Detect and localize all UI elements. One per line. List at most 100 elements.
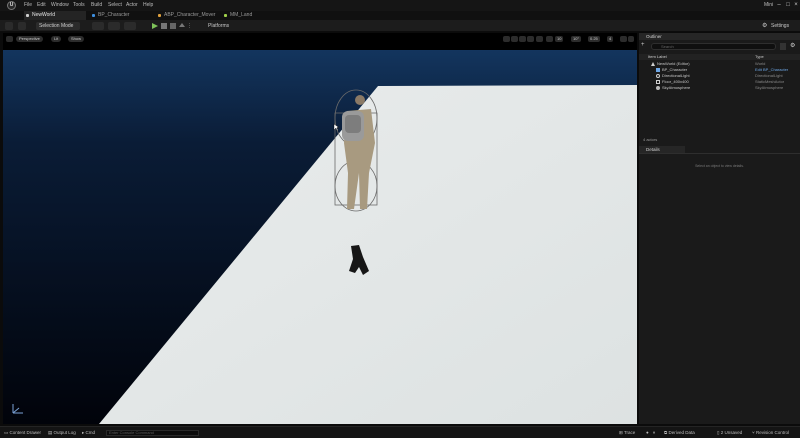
menu-actor[interactable]: Actor bbox=[126, 2, 138, 8]
menu-file[interactable]: File bbox=[24, 2, 32, 8]
step-icon[interactable] bbox=[161, 23, 167, 29]
material-icon bbox=[224, 14, 227, 17]
content-drawer-button[interactable]: ▭ Content Drawer bbox=[4, 430, 41, 436]
save-icon[interactable] bbox=[5, 22, 13, 30]
tab-mm-land[interactable]: MM_Land bbox=[222, 11, 282, 20]
blueprints-button[interactable] bbox=[108, 22, 120, 30]
search-placeholder: Search bbox=[661, 44, 674, 49]
blueprint-icon bbox=[92, 14, 95, 17]
rotation-snap-value[interactable]: 10° bbox=[571, 36, 582, 42]
camera-speed-value[interactable]: 4 bbox=[607, 36, 614, 42]
column-type[interactable]: Type bbox=[755, 54, 764, 60]
details-empty-message: Select an object to view details. bbox=[695, 164, 744, 168]
console-placeholder: Enter Console Command bbox=[109, 430, 154, 435]
revision-control-button[interactable]: ⑂ Revision Control bbox=[752, 430, 789, 436]
cmd-dropdown[interactable]: ▸ Cmd bbox=[82, 430, 95, 436]
surface-snap-icon[interactable] bbox=[546, 36, 553, 42]
scale-tool-icon[interactable] bbox=[527, 36, 534, 42]
perspective-label: Perspective bbox=[19, 36, 40, 41]
world-icon bbox=[651, 62, 655, 66]
menu-help[interactable]: Help bbox=[143, 2, 153, 8]
unsaved-label: 2 Unsaved bbox=[720, 430, 743, 435]
maximize-viewport-icon[interactable] bbox=[628, 36, 634, 42]
right-panel: Outliner + Search ⚙ Item Label Type NewW… bbox=[639, 33, 800, 424]
translate-tool-icon[interactable] bbox=[511, 36, 518, 42]
show-button[interactable]: Show bbox=[68, 36, 85, 42]
viewport-scene bbox=[3, 33, 637, 424]
tab-label: MM_Land bbox=[230, 12, 253, 18]
selection-mode-label: Selection Mode bbox=[39, 23, 74, 29]
details-title: Details bbox=[646, 147, 660, 152]
viewport-menu-icon[interactable] bbox=[6, 36, 13, 42]
console-command-input[interactable]: Enter Console Command bbox=[106, 430, 199, 436]
derived-data-label: Derived Data bbox=[668, 430, 695, 435]
revision-control-label: Revision Control bbox=[755, 430, 789, 435]
actor-count: 4 actors bbox=[643, 137, 658, 142]
static-mesh-icon bbox=[656, 80, 660, 84]
outliner-column-header: Item Label Type bbox=[639, 54, 800, 60]
unreal-logo-icon[interactable]: U bbox=[7, 1, 16, 10]
cinematics-button[interactable] bbox=[124, 22, 136, 30]
scale-snap-value[interactable]: 0.25 bbox=[588, 36, 600, 42]
content-browser-icon[interactable] bbox=[18, 22, 26, 30]
light-icon bbox=[656, 74, 660, 78]
select-tool-icon[interactable] bbox=[503, 36, 510, 42]
settings-label: Settings bbox=[771, 23, 790, 29]
rotate-tool-icon[interactable] bbox=[519, 36, 526, 42]
content-drawer-label: Content Drawer bbox=[9, 430, 42, 435]
tab-details[interactable]: Details bbox=[639, 146, 685, 153]
perspective-button[interactable]: Perspective bbox=[16, 36, 43, 42]
tab-outliner[interactable]: Outliner bbox=[639, 33, 800, 40]
platforms-button[interactable]: Platforms bbox=[198, 22, 238, 30]
main-toolbar: Selection Mode ⋮ Platforms ⚙ Settings bbox=[0, 20, 800, 32]
scale-snap-label: 0.25 bbox=[590, 36, 598, 41]
record-icon[interactable]: ● bbox=[646, 430, 649, 436]
settings-button[interactable]: ⚙ Settings bbox=[762, 22, 796, 30]
document-tabs: NewWorld BP_Character ABP_Character_Move… bbox=[0, 11, 800, 20]
menu-tools[interactable]: Tools bbox=[73, 2, 85, 8]
unsaved-button[interactable]: ▯ 2 Unsaved bbox=[717, 430, 742, 436]
eject-icon[interactable] bbox=[179, 23, 185, 29]
pause-icon[interactable]: ⏸ bbox=[653, 430, 655, 436]
show-label: Show bbox=[71, 36, 82, 41]
menu-edit[interactable]: Edit bbox=[37, 2, 46, 8]
play-options-icon[interactable]: ⋮ bbox=[187, 22, 192, 30]
close-icon[interactable]: × bbox=[791, 1, 800, 10]
tab-abp-character-mover[interactable]: ABP_Character_Mover bbox=[156, 11, 222, 20]
derived-data-button[interactable]: ⧉ Derived Data bbox=[664, 430, 695, 436]
output-log-button[interactable]: ▤ Output Log bbox=[48, 430, 76, 436]
menu-select[interactable]: Select bbox=[108, 2, 122, 8]
row-label: SkyAtmosphere bbox=[662, 85, 691, 90]
trace-button[interactable]: ⊞ Trace bbox=[619, 430, 635, 436]
outliner-search-input[interactable]: Search bbox=[651, 43, 776, 50]
stop-icon[interactable] bbox=[170, 23, 176, 29]
add-filter-icon[interactable]: + bbox=[641, 42, 647, 49]
tab-bp-character[interactable]: BP_Character bbox=[90, 11, 152, 20]
lit-label: Lit bbox=[54, 36, 59, 41]
tab-label: BP_Character bbox=[98, 12, 130, 18]
lit-button[interactable]: Lit bbox=[51, 36, 62, 42]
play-icon[interactable] bbox=[152, 23, 158, 29]
camera-speed-label: 4 bbox=[609, 36, 612, 41]
column-item-label[interactable]: Item Label bbox=[648, 54, 667, 60]
project-name: Mini bbox=[764, 2, 774, 8]
sky-icon bbox=[656, 86, 660, 90]
add-actor-button[interactable] bbox=[92, 22, 104, 30]
level-viewport[interactable]: Perspective Lit Show 10 10° 0.25 4 bbox=[3, 33, 637, 424]
grid-snap-value[interactable]: 10 bbox=[555, 36, 564, 42]
menu-build[interactable]: Build bbox=[91, 2, 102, 8]
selection-mode-dropdown[interactable]: Selection Mode bbox=[36, 22, 80, 30]
outliner-title: Outliner bbox=[646, 34, 662, 39]
world-local-icon[interactable] bbox=[536, 36, 543, 42]
settings-icon[interactable]: ⚙ bbox=[790, 43, 796, 50]
menu-window[interactable]: Window bbox=[51, 2, 69, 8]
viewport-layout-icon[interactable] bbox=[620, 36, 627, 42]
rotation-snap-label: 10° bbox=[573, 36, 580, 41]
outliner-row[interactable]: SkyAtmosphere SkyAtmosphere bbox=[639, 85, 800, 91]
details-divider bbox=[639, 153, 800, 154]
folder-icon[interactable] bbox=[780, 43, 786, 50]
tab-newworld[interactable]: NewWorld bbox=[24, 11, 86, 20]
anim-blueprint-icon bbox=[158, 14, 161, 17]
tab-label: ABP_Character_Mover bbox=[164, 12, 216, 18]
cmd-label: Cmd bbox=[85, 430, 96, 435]
